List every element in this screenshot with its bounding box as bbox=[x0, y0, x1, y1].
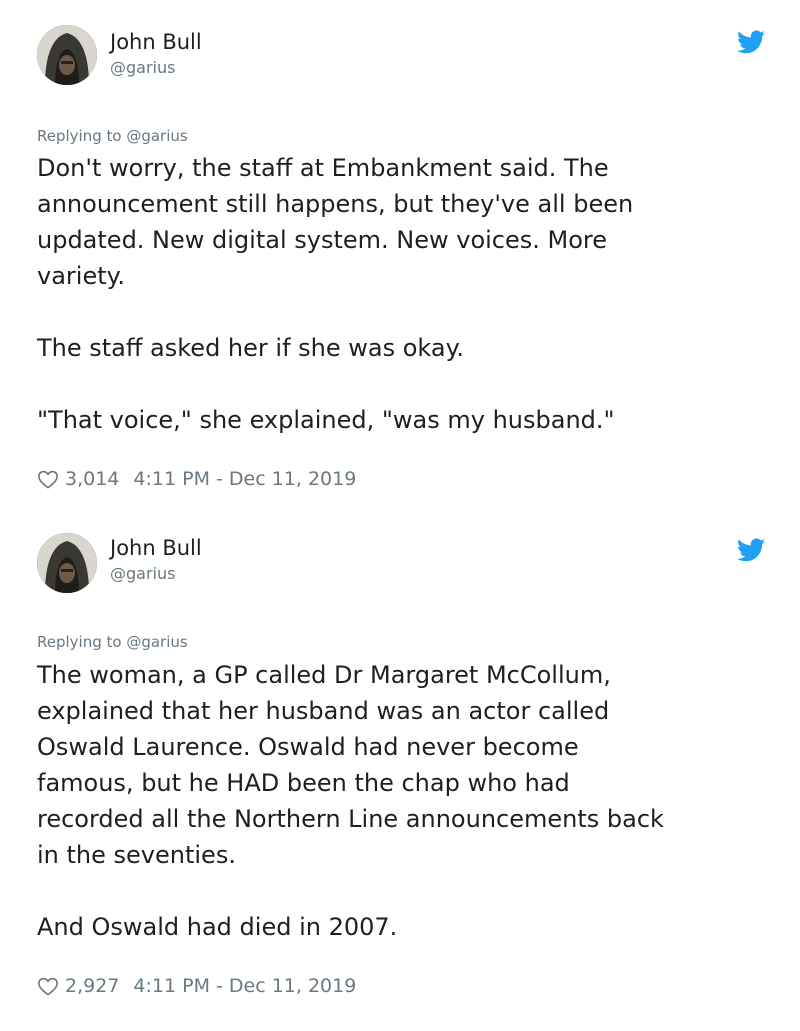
avatar-image bbox=[37, 25, 97, 85]
like-count[interactable]: 2,927 bbox=[65, 975, 119, 997]
tweet-text: Don't worry, the staff at Embankment sai… bbox=[37, 150, 767, 438]
tweet-meta: 2,927 4:11 PM - Dec 11, 2019 bbox=[37, 974, 356, 998]
tweet-line: explained that her husband was an actor … bbox=[37, 697, 610, 725]
like-count[interactable]: 3,014 bbox=[65, 468, 119, 490]
timestamp[interactable]: 4:11 PM - Dec 11, 2019 bbox=[133, 468, 356, 490]
avatar[interactable] bbox=[37, 533, 97, 593]
tweet-line: "That voice," she explained, "was my hus… bbox=[37, 406, 615, 434]
tweet-line: And Oswald had died in 2007. bbox=[37, 913, 398, 941]
tweet-line: famous, but he HAD been the chap who had bbox=[37, 769, 570, 797]
tweet-meta: 3,014 4:11 PM - Dec 11, 2019 bbox=[37, 467, 356, 491]
twitter-bird-icon[interactable] bbox=[737, 30, 765, 54]
twitter-bird-icon[interactable] bbox=[737, 538, 765, 562]
tweet-line: in the seventies. bbox=[37, 841, 236, 869]
author-handle[interactable]: @garius bbox=[110, 564, 175, 583]
heart-outline-icon[interactable] bbox=[37, 469, 59, 489]
tweet-line: recorded all the Northern Line announcem… bbox=[37, 805, 664, 833]
timestamp[interactable]: 4:11 PM - Dec 11, 2019 bbox=[133, 975, 356, 997]
tweet-line: announcement still happens, but they've … bbox=[37, 190, 634, 218]
author-handle[interactable]: @garius bbox=[110, 58, 175, 77]
author-name[interactable]: John Bull bbox=[110, 536, 202, 560]
replying-to[interactable]: Replying to @garius bbox=[37, 633, 188, 651]
author-name[interactable]: John Bull bbox=[110, 30, 202, 54]
tweet-text: The woman, a GP called Dr Margaret McCol… bbox=[37, 657, 767, 945]
replying-to[interactable]: Replying to @garius bbox=[37, 127, 188, 145]
avatar[interactable] bbox=[37, 25, 97, 85]
tweet-line: Oswald Laurence. Oswald had never become bbox=[37, 733, 579, 761]
tweet-line: Don't worry, the staff at Embankment sai… bbox=[37, 154, 609, 182]
tweet-line: variety. bbox=[37, 262, 126, 290]
tweet-line: The staff asked her if she was okay. bbox=[37, 334, 465, 362]
tweet-line: updated. New digital system. New voices.… bbox=[37, 226, 608, 254]
avatar-image bbox=[37, 533, 97, 593]
heart-outline-icon[interactable] bbox=[37, 976, 59, 996]
tweet-line: The woman, a GP called Dr Margaret McCol… bbox=[37, 661, 611, 689]
